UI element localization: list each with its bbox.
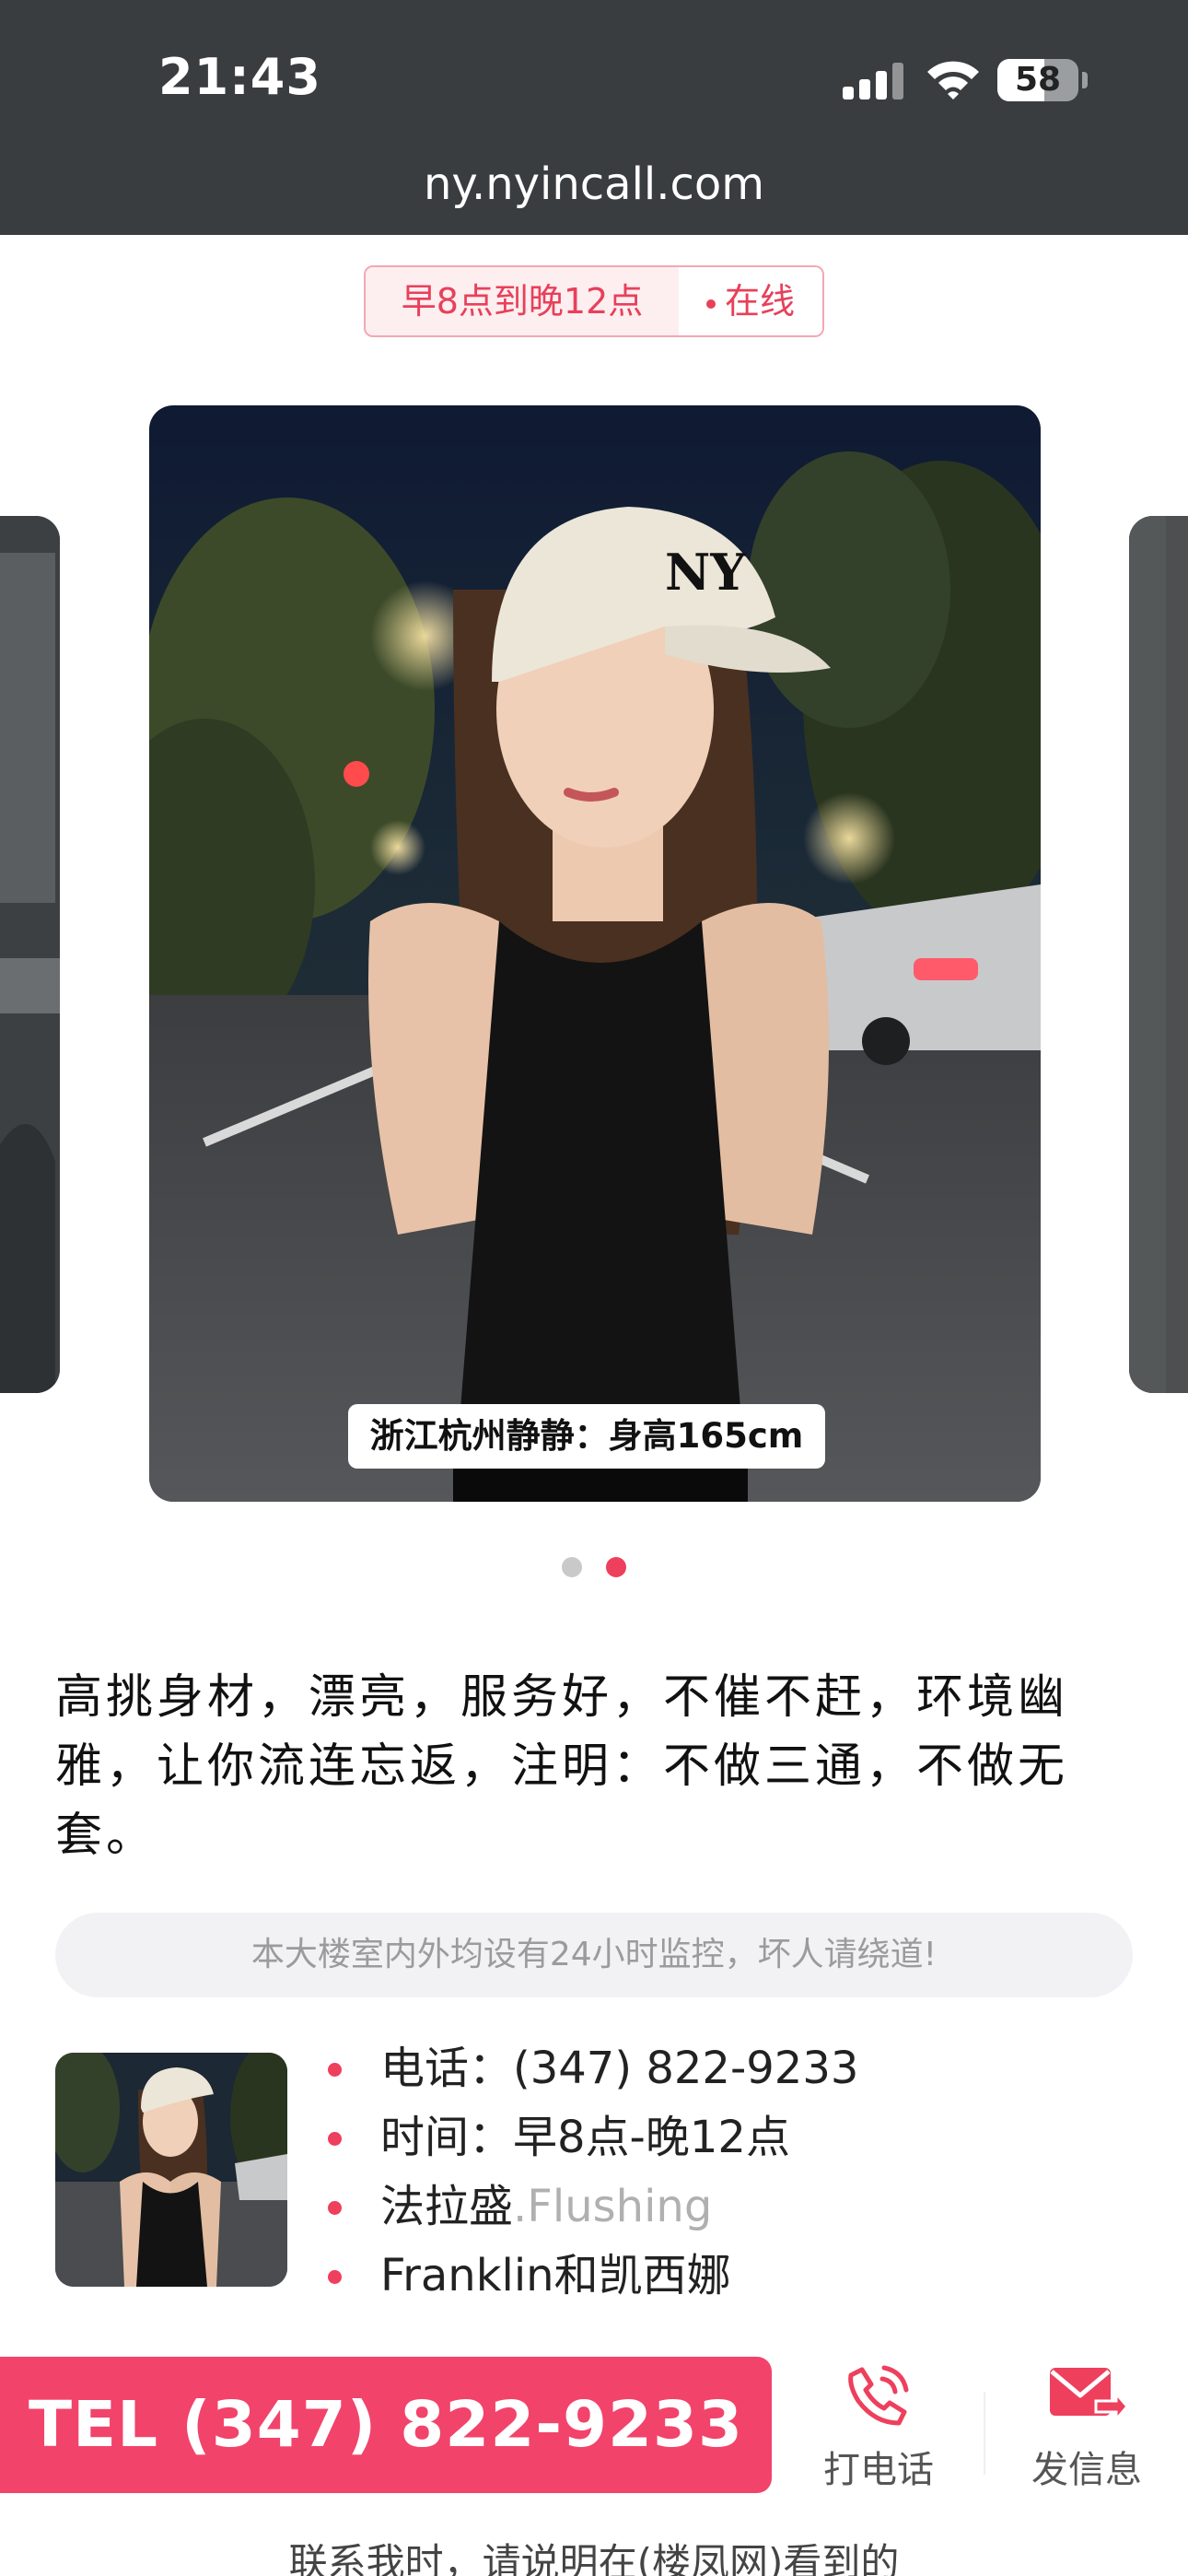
security-notice: 本大楼室内外均设有24小时监控，坏人请绕道! xyxy=(55,1913,1133,1997)
phone-call-icon xyxy=(848,2365,909,2426)
page: 21:43 58 ny.nyincall.com 早8点到晚12点 在线 NY … xyxy=(0,0,1188,2576)
cellular-signal-icon xyxy=(843,63,903,100)
status-time: 21:43 xyxy=(158,48,321,106)
contact-phone[interactable]: 电话：(347) 822-9233 xyxy=(328,2034,858,2103)
profile-thumbnail[interactable] xyxy=(55,2053,287,2287)
pagination-dot[interactable] xyxy=(562,1557,582,1577)
battery-icon: 58 xyxy=(997,59,1078,101)
carousel-next-slide[interactable] xyxy=(1129,516,1188,1393)
location-en: .Flushing xyxy=(513,2181,713,2232)
call-action-label: 打电话 xyxy=(823,2449,934,2491)
carousel-slide-photo[interactable]: NY xyxy=(149,405,1041,1502)
contact-street: Franklin和凯西娜 xyxy=(328,2242,858,2311)
tel-call-button[interactable]: TEL (347) 822-9233 xyxy=(0,2357,772,2493)
message-action-label: 发信息 xyxy=(1031,2449,1142,2491)
contact-location: 法拉盛.Flushing xyxy=(328,2172,858,2242)
slide-caption: 浙江杭州静静：身高165cm xyxy=(348,1404,825,1469)
online-status-label: 在线 xyxy=(724,281,795,322)
contact-hours: 时间：早8点-晚12点 xyxy=(328,2103,858,2172)
carousel-prev-slide[interactable] xyxy=(0,516,60,1393)
send-message-icon xyxy=(1050,2368,1129,2424)
hours-text: 早8点到晚12点 xyxy=(366,267,679,335)
wifi-icon xyxy=(927,61,979,100)
battery-level: 58 xyxy=(1014,61,1062,99)
message-action-button[interactable]: 发信息 xyxy=(1013,2359,1160,2493)
online-status: 在线 xyxy=(679,267,822,335)
contact-info-list: 电话：(347) 822-9233 时间：早8点-晚12点 法拉盛.Flushi… xyxy=(328,2034,858,2311)
profile-photo: NY xyxy=(149,405,1041,1502)
browser-chrome: 21:43 58 ny.nyincall.com xyxy=(0,0,1188,235)
carousel-pagination[interactable] xyxy=(0,1557,1188,1577)
profile-description: 高挑身材，漂亮，服务好，不催不赶，环境幽雅，让你流连忘返，注明：不做三通，不做无… xyxy=(55,1670,1069,1863)
call-action-button[interactable]: 打电话 xyxy=(805,2359,952,2493)
online-dot-icon xyxy=(705,299,716,309)
svg-text:NY: NY xyxy=(665,543,747,602)
action-divider xyxy=(984,2392,985,2475)
battery-tip xyxy=(1082,72,1088,88)
pagination-dot[interactable] xyxy=(606,1557,626,1577)
hours-badge: 早8点到晚12点 在线 xyxy=(364,265,824,337)
location-cn: 法拉盛 xyxy=(380,2181,514,2232)
footer-note: 联系我时，请说明在(楼凤网)看到的 xyxy=(288,2540,900,2576)
address-bar[interactable]: ny.nyincall.com xyxy=(0,158,1188,210)
